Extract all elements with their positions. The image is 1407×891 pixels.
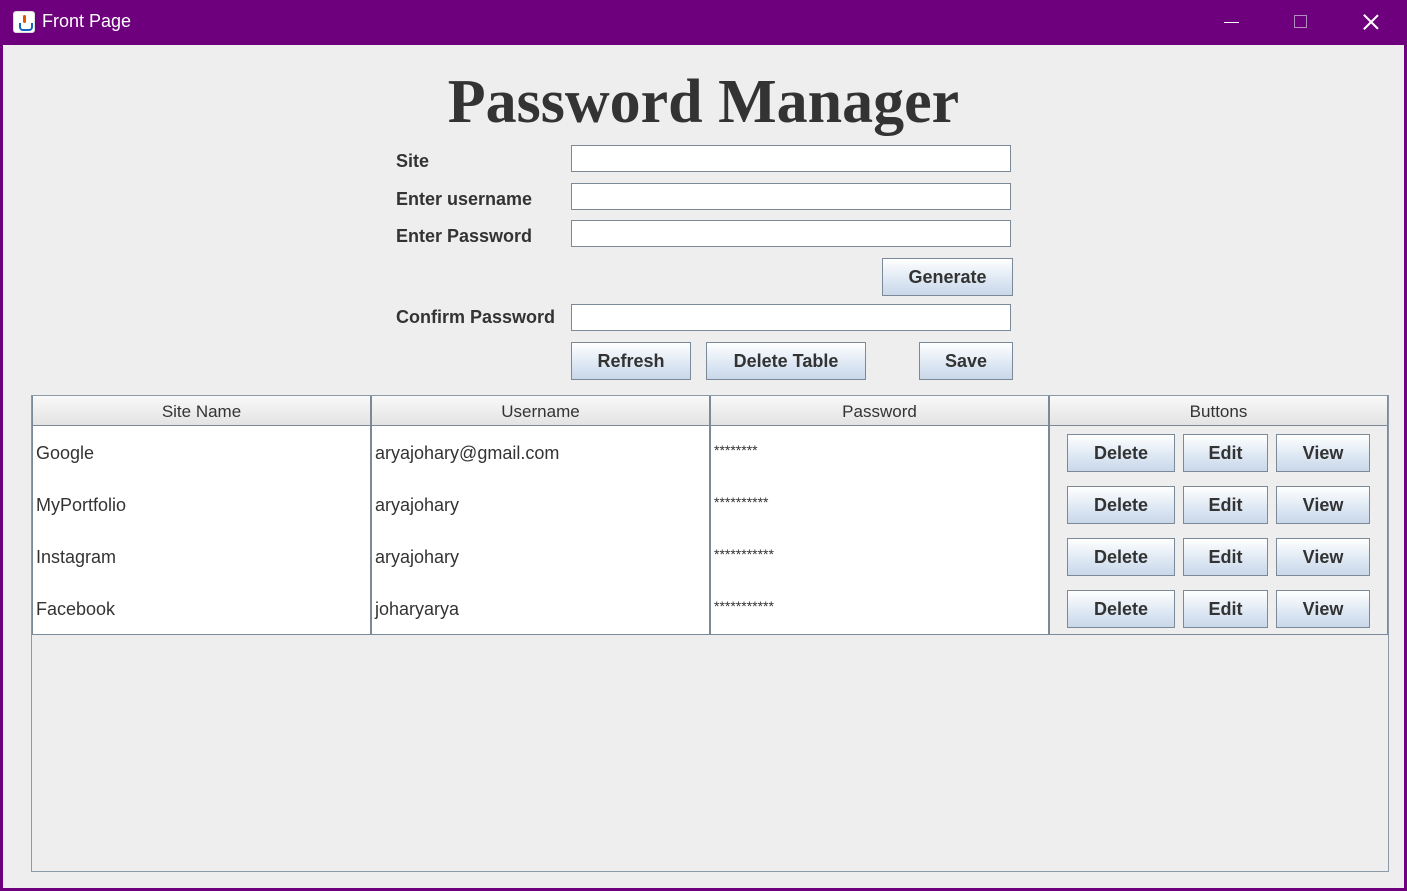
actions-cell: Delete Edit View	[1049, 582, 1388, 635]
refresh-button[interactable]: Refresh	[571, 342, 691, 380]
username-cell[interactable]: aryajohary@gmail.com	[371, 426, 710, 479]
row-delete-button[interactable]: Delete	[1067, 434, 1175, 472]
row-edit-button[interactable]: Edit	[1183, 434, 1268, 472]
site-cell[interactable]: Facebook	[32, 582, 371, 635]
column-header-site-name[interactable]: Site Name	[32, 396, 371, 426]
close-button[interactable]	[1336, 0, 1406, 45]
java-app-icon	[13, 11, 35, 33]
row-edit-button[interactable]: Edit	[1183, 590, 1268, 628]
actions-cell: Delete Edit View	[1049, 478, 1388, 531]
maximize-icon	[1294, 15, 1307, 28]
confirm-password-label: Confirm Password	[396, 307, 556, 327]
main-panel: Password Manager Site Enter username Ent…	[3, 45, 1404, 888]
site-cell[interactable]: Instagram	[32, 530, 371, 583]
username-cell[interactable]: aryajohary	[371, 478, 710, 531]
site-input[interactable]	[571, 145, 1011, 172]
row-view-button[interactable]: View	[1276, 538, 1370, 576]
row-edit-button[interactable]: Edit	[1183, 486, 1268, 524]
password-cell[interactable]: ********	[710, 426, 1049, 479]
username-label: Enter username	[396, 189, 533, 209]
row-delete-button[interactable]: Delete	[1067, 538, 1175, 576]
row-view-button[interactable]: View	[1276, 434, 1370, 472]
site-cell[interactable]: Google	[32, 426, 371, 479]
table-row[interactable]: MyPortfolio aryajohary ********** Delete…	[32, 478, 1388, 531]
passwords-table: Site Name Username Password Buttons Goog…	[31, 395, 1389, 872]
actions-cell: Delete Edit View	[1049, 426, 1388, 479]
table-row[interactable]: Facebook joharyarya *********** Delete E…	[32, 582, 1388, 635]
page-title: Password Manager	[447, 68, 960, 136]
close-icon	[1363, 14, 1379, 30]
username-cell[interactable]: aryajohary	[371, 530, 710, 583]
minimize-icon	[1224, 22, 1239, 23]
username-input[interactable]	[571, 183, 1011, 210]
row-view-button[interactable]: View	[1276, 590, 1370, 628]
password-cell[interactable]: ***********	[710, 582, 1049, 635]
site-label: Site	[396, 151, 430, 171]
maximize-button[interactable]	[1266, 0, 1336, 45]
row-delete-button[interactable]: Delete	[1067, 486, 1175, 524]
username-cell[interactable]: joharyarya	[371, 582, 710, 635]
actions-cell: Delete Edit View	[1049, 530, 1388, 583]
row-view-button[interactable]: View	[1276, 486, 1370, 524]
password-label: Enter Password	[396, 226, 533, 246]
table-header: Site Name Username Password Buttons	[32, 396, 1388, 426]
site-cell[interactable]: MyPortfolio	[32, 478, 371, 531]
confirm-password-input[interactable]	[571, 304, 1011, 331]
column-header-buttons[interactable]: Buttons	[1049, 396, 1388, 426]
delete-table-button[interactable]: Delete Table	[706, 342, 866, 380]
column-header-username[interactable]: Username	[371, 396, 710, 426]
save-button[interactable]: Save	[919, 342, 1013, 380]
password-input[interactable]	[571, 220, 1011, 247]
window-title: Front Page	[42, 11, 132, 31]
title-bar[interactable]: Front Page	[0, 0, 1407, 45]
table-row[interactable]: Google aryajohary@gmail.com ******** Del…	[32, 426, 1388, 479]
row-edit-button[interactable]: Edit	[1183, 538, 1268, 576]
row-delete-button[interactable]: Delete	[1067, 590, 1175, 628]
table-row[interactable]: Instagram aryajohary *********** Delete …	[32, 530, 1388, 583]
password-cell[interactable]: **********	[710, 478, 1049, 531]
password-cell[interactable]: ***********	[710, 530, 1049, 583]
column-header-password[interactable]: Password	[710, 396, 1049, 426]
generate-button[interactable]: Generate	[882, 258, 1013, 296]
minimize-button[interactable]	[1196, 0, 1266, 45]
